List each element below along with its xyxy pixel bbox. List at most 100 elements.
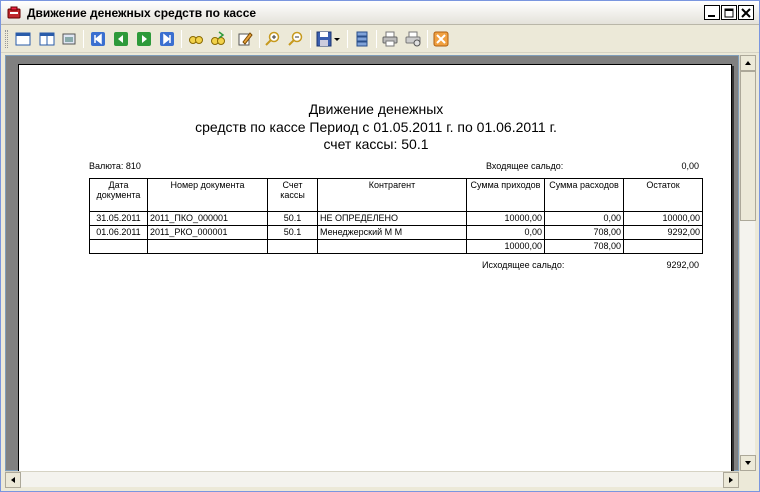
horizontal-scrollbar[interactable] <box>5 471 739 488</box>
single-page-icon <box>15 32 31 46</box>
edit-button[interactable] <box>235 29 255 49</box>
zoom-in-button[interactable] <box>263 29 283 49</box>
column-header: Дата документа <box>89 178 148 212</box>
report-title-line3: счет кассы: 50.1 <box>323 136 429 152</box>
prev-page-icon <box>114 32 128 46</box>
table-row: 01.06.2011 2011_РКО_000001 50.1 Менеджер… <box>89 225 703 240</box>
column-header: Номер документа <box>147 178 268 212</box>
first-page-icon <box>91 32 105 46</box>
maximize-button[interactable] <box>721 5 737 20</box>
toolbar-separator <box>427 30 428 48</box>
find-button[interactable] <box>186 29 206 49</box>
two-pages-button[interactable] <box>37 29 57 49</box>
next-page-button[interactable] <box>134 29 154 49</box>
counterparty-cell: НЕ ОПРЕДЕЛЕНО <box>317 211 467 226</box>
scroll-up-button[interactable] <box>740 55 756 71</box>
date-cell: 01.06.2011 <box>89 225 148 240</box>
print-setup-icon <box>405 31 421 47</box>
page-setup-button[interactable] <box>59 29 79 49</box>
edit-icon <box>238 32 253 46</box>
app-icon <box>7 6 21 19</box>
balance-cell: 9292,00 <box>623 225 703 240</box>
first-page-button[interactable] <box>88 29 108 49</box>
opening-balance-label: Входящее сальдо: <box>486 161 564 171</box>
save-button[interactable] <box>314 29 334 49</box>
preview-area[interactable]: Движение денежных средств по кассе Перио… <box>5 55 739 484</box>
last-page-icon <box>160 32 174 46</box>
toolbar-separator <box>181 30 182 48</box>
close-preview-button[interactable] <box>431 29 451 49</box>
column-header: Сумма расходов <box>544 178 624 212</box>
arrow-up-icon <box>745 61 751 65</box>
expense-cell: 0,00 <box>544 211 624 226</box>
balance-cell: 10000,00 <box>623 211 703 226</box>
minimize-icon <box>708 14 715 17</box>
toolbar-separator <box>347 30 348 48</box>
prev-page-button[interactable] <box>111 29 131 49</box>
zoom-in-icon <box>265 31 280 46</box>
print-setup-button[interactable] <box>403 29 423 49</box>
account-cell: 50.1 <box>267 225 318 240</box>
table-header-row: Дата документа Номер документа Счет касс… <box>89 178 703 212</box>
arrow-right-icon <box>729 477 733 483</box>
toolbar-separator <box>259 30 260 48</box>
column-header: Контрагент <box>317 178 467 212</box>
toolbar-separator <box>231 30 232 48</box>
scroll-down-button[interactable] <box>740 455 756 471</box>
maximize-icon <box>724 8 734 17</box>
arrow-down-icon <box>745 461 751 465</box>
scroll-right-button[interactable] <box>723 472 739 488</box>
export-icon <box>356 31 368 47</box>
close-icon <box>741 7 751 18</box>
report-table: Дата документа Номер документа Счет касс… <box>89 178 703 254</box>
two-pages-icon <box>39 32 55 46</box>
title-bar[interactable]: Движение денежных средств по кассе <box>1 1 759 25</box>
app-window: Движение денежных средств по кассе Движе… <box>0 0 760 492</box>
empty-cell <box>623 239 703 254</box>
doc-number-cell: 2011_ПКО_000001 <box>147 211 268 226</box>
vertical-scroll-thumb[interactable] <box>740 71 756 221</box>
toolbar-grip[interactable] <box>5 30 8 48</box>
vertical-scrollbar[interactable] <box>739 55 756 471</box>
last-page-button[interactable] <box>157 29 177 49</box>
arrow-left-icon <box>11 477 15 483</box>
export-button[interactable] <box>352 29 372 49</box>
date-cell: 31.05.2011 <box>89 211 148 226</box>
currency-label: Валюта: 810 <box>89 161 141 171</box>
page-setup-icon <box>62 33 76 45</box>
close-icon <box>433 31 449 47</box>
print-icon <box>382 31 398 47</box>
doc-number-cell: 2011_РКО_000001 <box>147 225 268 240</box>
save-dropdown-icon <box>334 38 340 41</box>
single-page-button[interactable] <box>13 29 33 49</box>
empty-cell <box>267 239 318 254</box>
column-header: Сумма приходов <box>466 178 545 212</box>
closing-balance-label: Исходящее сальдо: <box>482 260 565 270</box>
toolbar <box>1 25 759 53</box>
minimize-button[interactable] <box>704 5 720 20</box>
account-cell: 50.1 <box>267 211 318 226</box>
next-page-icon <box>137 32 151 46</box>
save-dropdown-button[interactable] <box>332 29 342 49</box>
zoom-out-button[interactable] <box>286 29 306 49</box>
scroll-left-button[interactable] <box>5 472 21 488</box>
zoom-out-icon <box>288 31 303 46</box>
save-icon <box>316 31 332 47</box>
find-next-icon <box>211 31 225 45</box>
print-button[interactable] <box>380 29 400 49</box>
close-window-button[interactable] <box>738 5 754 20</box>
scrollbar-corner <box>739 471 755 487</box>
report-page: Движение денежных средств по кассе Перио… <box>18 64 732 484</box>
expense-cell: 708,00 <box>544 225 624 240</box>
column-header: Остаток <box>623 178 703 212</box>
find-next-button[interactable] <box>208 29 228 49</box>
toolbar-separator <box>310 30 311 48</box>
income-cell: 0,00 <box>466 225 545 240</box>
report-title-line1: Движение денежных <box>308 101 444 117</box>
window-title: Движение денежных средств по кассе <box>27 6 257 20</box>
find-icon <box>189 36 203 44</box>
totals-row: 10000,00 708,00 <box>89 239 703 254</box>
counterparty-cell: Менеджерский М М <box>317 225 467 240</box>
empty-cell <box>317 239 467 254</box>
table-row: 31.05.2011 2011_ПКО_000001 50.1 НЕ ОПРЕД… <box>89 211 703 226</box>
